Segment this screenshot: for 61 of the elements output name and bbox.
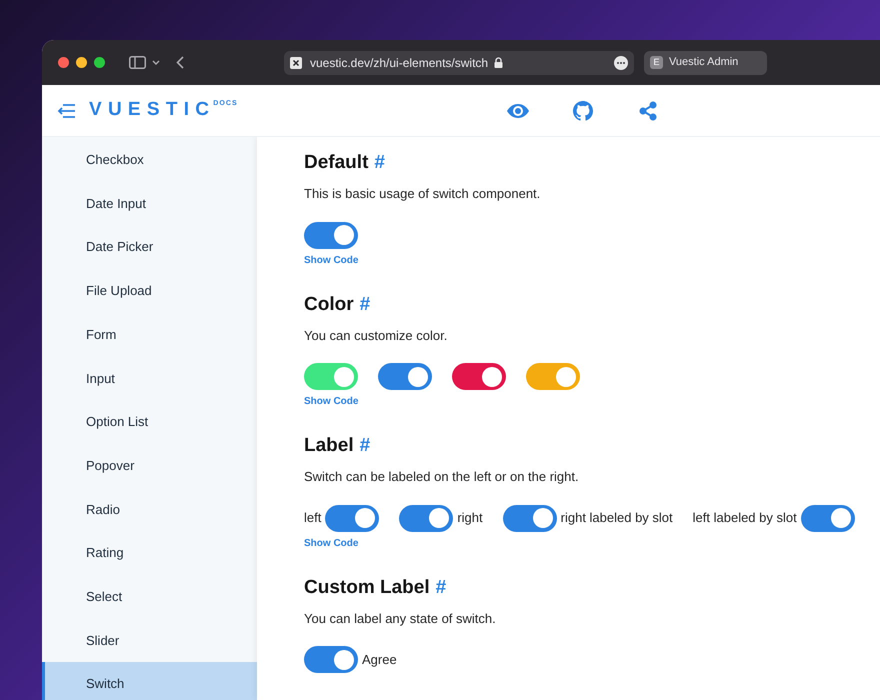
- more-icon[interactable]: [614, 56, 628, 70]
- toggle-switch[interactable]: [399, 504, 454, 532]
- toggle-switch[interactable]: [378, 363, 432, 390]
- site-icon: [290, 56, 302, 68]
- sidebar-item[interactable]: Form: [42, 312, 257, 356]
- minimize-icon[interactable]: [76, 57, 87, 68]
- show-code-link[interactable]: Show Code: [304, 536, 358, 550]
- lock-icon: [494, 57, 504, 68]
- section-description: You can label any state of switch.: [304, 610, 496, 628]
- back-icon[interactable]: [176, 56, 184, 69]
- share-icon[interactable]: [638, 100, 657, 120]
- toggle-switch[interactable]: [325, 504, 380, 532]
- toggle-switch[interactable]: [526, 363, 580, 390]
- section-description: You can customize color.: [304, 326, 448, 344]
- toggle-switch[interactable]: [800, 504, 855, 532]
- switch-label: left: [304, 509, 322, 528]
- github-icon[interactable]: [572, 100, 593, 120]
- sidebar-item[interactable]: Option List: [42, 400, 257, 444]
- chevron-down-icon[interactable]: [152, 60, 160, 65]
- sidebar-item[interactable]: Select: [42, 574, 257, 619]
- show-code-link[interactable]: Show Code: [304, 252, 358, 268]
- switch-label: Agree: [362, 650, 397, 669]
- anchor-link[interactable]: #: [360, 432, 370, 460]
- section-heading: Label: [304, 434, 354, 458]
- sidebar-item[interactable]: Checkbox: [42, 138, 257, 182]
- sidebar-item[interactable]: Radio: [42, 488, 257, 532]
- sidebar-item[interactable]: Date Picker: [42, 225, 257, 270]
- switch-label: right: [457, 509, 483, 528]
- sidebar-item[interactable]: Rating: [42, 531, 257, 575]
- toggle-switch[interactable]: [304, 222, 358, 248]
- switch-label: left labeled by slot: [692, 509, 797, 528]
- sidebar-item[interactable]: Slider: [42, 618, 257, 662]
- close-icon[interactable]: [58, 57, 69, 68]
- toggle-switch[interactable]: [502, 504, 557, 532]
- anchor-link[interactable]: #: [436, 574, 446, 602]
- anchor-link[interactable]: #: [360, 290, 370, 319]
- menu-icon[interactable]: [57, 104, 75, 118]
- toggle-switch[interactable]: [452, 363, 506, 390]
- toggle-switch[interactable]: [304, 363, 358, 390]
- tab-favicon: E: [650, 56, 663, 69]
- switch-label: right labeled by slot: [560, 509, 673, 528]
- sidebar-item[interactable]: Popover: [42, 444, 257, 488]
- url-text: vuestic.dev/zh/ui-elements/switch: [310, 54, 488, 72]
- section-heading: Color: [304, 292, 354, 316]
- tab-title: Vuestic Admin: [669, 55, 738, 70]
- sidebar-item[interactable]: Switch: [42, 662, 257, 700]
- toggle-switch[interactable]: [304, 646, 358, 673]
- sidebar-item[interactable]: Date Input: [42, 182, 257, 226]
- section-description: Switch can be labeled on the left or on the right.: [304, 468, 579, 486]
- sidebar-item[interactable]: Input: [42, 356, 257, 400]
- maximize-icon[interactable]: [94, 57, 105, 68]
- eye-icon[interactable]: [506, 102, 530, 118]
- section-heading: Custom Label: [304, 576, 430, 600]
- section-description: This is basic usage of switch component.: [304, 185, 540, 203]
- section-heading: Default: [304, 151, 368, 175]
- sidebar-item[interactable]: File Upload: [42, 269, 257, 313]
- show-code-link[interactable]: Show Code: [304, 394, 358, 409]
- address-bar[interactable]: vuestic.dev/zh/ui-elements/switch: [284, 50, 634, 74]
- anchor-link[interactable]: #: [374, 149, 385, 178]
- sidebar-icon[interactable]: [129, 56, 146, 69]
- browser-tab[interactable]: E Vuestic Admin: [644, 50, 767, 74]
